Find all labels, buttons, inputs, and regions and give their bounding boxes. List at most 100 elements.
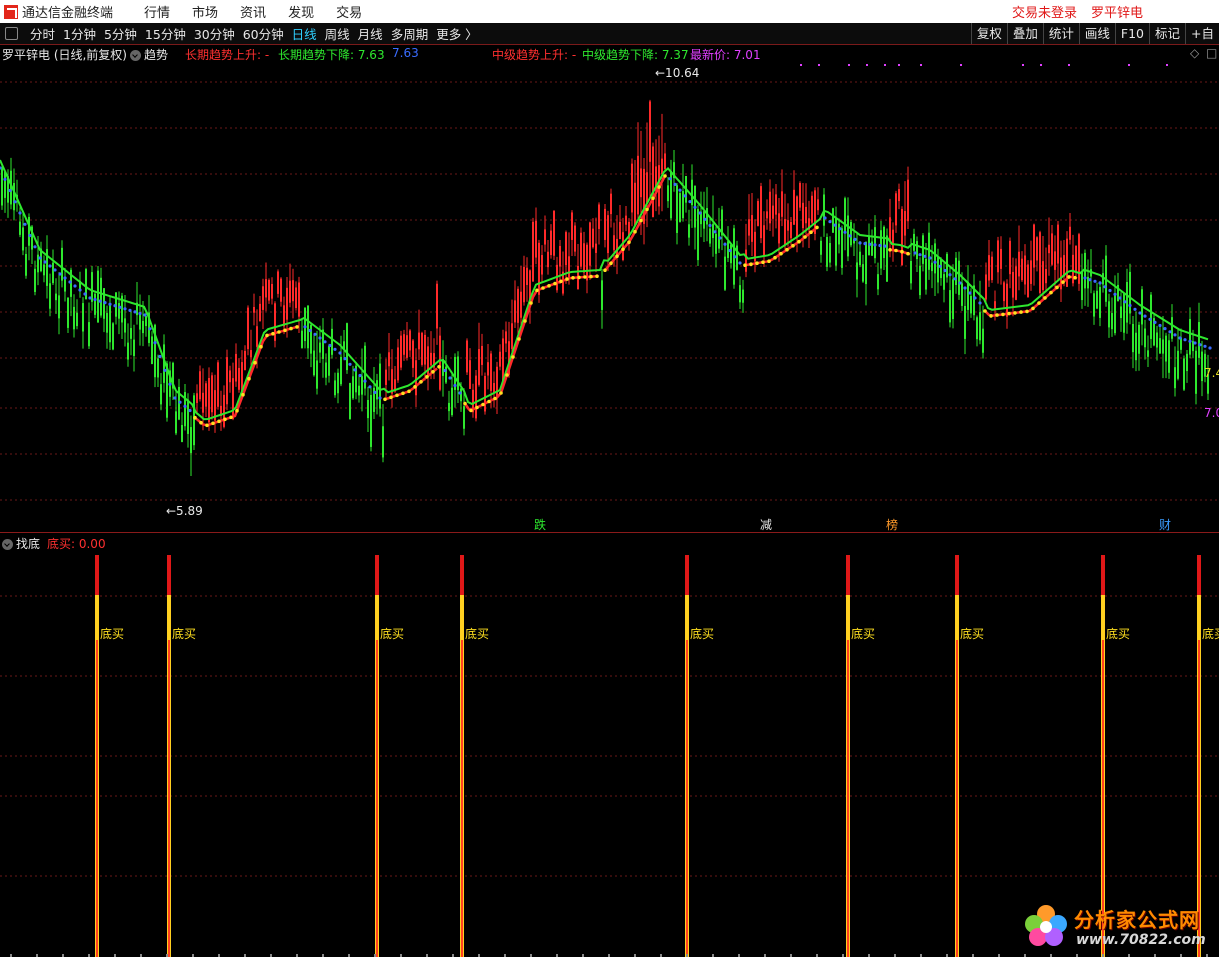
candle-body (265, 279, 267, 298)
uptrend-dot (431, 370, 435, 374)
candle-body (805, 206, 807, 224)
uptrend-dot (767, 259, 771, 264)
downtrend-dot (303, 325, 307, 329)
candle-body (991, 256, 993, 281)
candle-body (883, 226, 885, 259)
signal-bar-top (955, 555, 959, 595)
signal-bar-top (460, 555, 464, 595)
candle-body (244, 350, 246, 371)
downtrend-dot (128, 308, 132, 312)
signal-dot (1040, 64, 1042, 66)
downtrend-dot (78, 288, 82, 292)
candle-body (793, 189, 795, 225)
signal-dot (884, 64, 886, 66)
candle-body (874, 227, 876, 259)
signal-bar-top (1101, 555, 1105, 595)
candle-body (952, 279, 954, 320)
candle-body (559, 245, 561, 267)
signal-dot (1166, 64, 1168, 66)
candle-body (175, 411, 177, 434)
candle-body (295, 287, 297, 308)
indicator-selector[interactable]: 趋势 (130, 46, 168, 63)
candle-body (403, 334, 405, 355)
candle-body (142, 320, 144, 334)
candle-body (340, 356, 342, 385)
candle-body (1183, 358, 1185, 390)
candle-body (1063, 255, 1065, 277)
trend-lines (0, 64, 1212, 428)
signal-label: 底买 (690, 626, 714, 641)
candle-body (337, 372, 339, 394)
candle-body (397, 347, 399, 381)
signal-label: 底买 (851, 626, 875, 641)
candle-body (787, 220, 789, 231)
candle-body (247, 307, 249, 350)
candle-body (922, 235, 924, 264)
mid-trend-line (0, 159, 1209, 421)
candle-body (235, 353, 237, 382)
candle-body (481, 345, 483, 365)
expand-icon[interactable]: □ (1206, 46, 1217, 60)
candle-body (520, 291, 522, 318)
downtrend-dot (343, 357, 347, 361)
uptrend-dot (469, 408, 473, 413)
candle-body (424, 334, 426, 365)
candle-body (796, 196, 798, 238)
downtrend-dot (83, 292, 87, 296)
candle-body (319, 342, 321, 353)
candle-body (19, 221, 21, 235)
candle-body (568, 256, 570, 278)
candle-body (55, 293, 57, 301)
uptrend-dot (1073, 275, 1077, 280)
candle-body (382, 426, 384, 458)
candle-body (547, 251, 549, 268)
candle-body (610, 193, 612, 215)
candle-body (940, 259, 942, 279)
uptrend-dot (211, 421, 215, 426)
candle-body (994, 301, 996, 309)
candle-body (799, 182, 801, 208)
signal-bar-top (685, 555, 689, 595)
candle-body (664, 153, 666, 169)
candle-body (589, 222, 591, 266)
downtrend-dot (933, 260, 937, 264)
signal-dot (920, 64, 922, 66)
candle-body (1036, 237, 1038, 261)
downtrend-dot (173, 396, 177, 400)
kline-chart[interactable]: ←10.64 ←5.89 7.4 7.0 跌 减 榜 财底买 底买 底买 底买 底买 底买 底买 底买 底买 (0, 0, 1219, 957)
uptrend-dot (645, 207, 649, 212)
signal-label: 底买 (380, 626, 404, 641)
candle-body (667, 185, 669, 202)
uptrend-dot (419, 380, 423, 384)
candle-body (448, 402, 450, 412)
downtrend-dot (913, 251, 917, 255)
uptrend-dot (193, 415, 197, 420)
downtrend-dot (948, 273, 952, 277)
signal-bar-core (847, 640, 849, 957)
candle-body (1111, 313, 1113, 330)
candle-body (583, 243, 585, 273)
signal-label: 底买 (1202, 626, 1219, 641)
downtrend-dot (688, 200, 692, 204)
downtrend-dot (323, 340, 327, 344)
downtrend-dot (48, 264, 52, 268)
candle-body (910, 260, 912, 284)
sub-indicator-selector[interactable]: 找底 (2, 535, 40, 552)
downtrend-dot (453, 383, 457, 388)
candle-body (1129, 271, 1131, 314)
signal-bar-core (461, 640, 463, 957)
uptrend-dot (803, 235, 807, 239)
signal-bar-top (375, 555, 379, 595)
candle-body (832, 208, 834, 233)
candle-body (496, 366, 498, 399)
downtrend-dot (1153, 320, 1157, 324)
uptrend-dot (983, 309, 987, 313)
diamond-icon[interactable]: ◇ (1190, 46, 1199, 60)
candle-body (634, 182, 636, 225)
downtrend-dot (953, 277, 957, 281)
candle-body (61, 247, 63, 281)
candle-body (1045, 268, 1047, 284)
candle-body (199, 371, 201, 400)
downtrend-dot (308, 328, 312, 333)
candle-body (1081, 271, 1083, 301)
